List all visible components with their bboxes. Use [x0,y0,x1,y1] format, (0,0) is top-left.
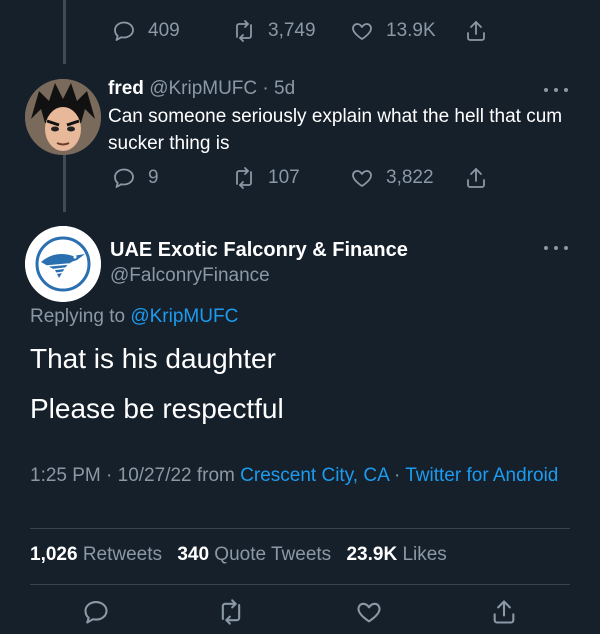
retweet-count: 3,749 [268,20,316,41]
retweet-icon [236,167,252,189]
like-button[interactable]: 3,822 [350,161,434,195]
tweet-timestamp[interactable]: 1:25 PM · 10/27/22 from [30,465,235,486]
main-tweet-line-2: Please be respectful [30,393,284,424]
retweets-count: 1,026 [30,544,78,565]
reply-tweet-actions: 9 107 3,822 [108,161,548,195]
replying-to: Replying to @KripMUFC [30,306,238,328]
like-button[interactable]: 13.9K [350,14,436,48]
share-icon [493,600,515,624]
reply-button[interactable]: 409 [112,14,180,48]
share-icon [467,168,485,188]
time-separator: · [262,78,269,99]
heart-icon [352,23,372,40]
like-count: 13.9K [386,20,436,41]
tweet-stats: 1,026 Retweets 340 Quote Tweets 23.9K Li… [30,544,447,566]
replying-prefix: Replying to [30,306,126,327]
main-tweet-line-1: That is his daughter [30,343,276,374]
replying-handle-link[interactable]: @KripMUFC [130,306,238,327]
retweet-count: 107 [268,167,300,188]
main-author[interactable]: UAE Exotic Falconry & Finance @FalconryF… [110,237,408,289]
thread-line-top [63,0,66,64]
share-button[interactable] [464,14,488,48]
likes-label: Likes [402,544,447,565]
meta-separator: · [393,465,401,486]
tweet-meta: 1:25 PM · 10/27/22 from Crescent City, C… [30,462,570,489]
reply-count: 9 [148,167,159,188]
retweet-button[interactable]: 107 [232,161,300,195]
avatar-falconry[interactable] [25,226,101,302]
likes-stat[interactable]: 23.9K Likes [346,544,446,565]
reply-author-name[interactable]: fred [108,78,144,99]
like-count: 3,822 [386,167,434,188]
heart-icon [357,602,381,623]
reply-icon [84,601,108,624]
share-button[interactable] [490,598,518,626]
reply-button[interactable]: 9 [112,161,159,195]
retweets-label: Retweets [82,544,163,565]
retweet-button[interactable]: 3,749 [232,14,316,48]
reply-count: 409 [148,20,180,41]
more-options-icon[interactable] [544,243,568,253]
reply-icon [114,168,134,188]
quotes-count: 340 [177,544,210,565]
reply-time[interactable]: 5d [274,78,295,99]
divider-top [30,528,570,529]
reply-icon [114,21,134,41]
share-button[interactable] [464,161,488,195]
divider-bottom [30,584,570,585]
main-author-handle[interactable]: @FalconryFinance [110,263,408,289]
retweets-stat[interactable]: 1,026 Retweets [30,544,162,565]
reply-tweet-text: Can someone seriously explain what the h… [108,106,563,154]
avatar-image [25,79,101,155]
location-link[interactable]: Crescent City, CA [240,465,389,486]
quotes-stat[interactable]: 340 Quote Tweets [177,544,331,565]
prev-tweet-actions: 409 3,749 13.9K [108,14,548,48]
reply-author-line: fred @KripMUFC · 5d [108,78,295,100]
reply-button[interactable] [82,598,110,626]
avatar-fred[interactable] [25,79,101,155]
heart-icon [352,170,372,187]
retweet-icon [236,20,252,42]
main-author-name[interactable]: UAE Exotic Falconry & Finance [110,237,408,263]
reply-author-handle[interactable]: @KripMUFC [149,78,257,99]
share-icon [467,21,485,41]
quotes-label: Quote Tweets [214,544,332,565]
source-link[interactable]: Twitter for Android [405,465,558,486]
retweet-button[interactable] [217,598,245,626]
like-button[interactable] [355,598,383,626]
likes-count: 23.9K [346,544,398,565]
retweet-icon [221,599,241,625]
more-options-icon[interactable] [544,85,568,95]
falcon-logo-icon [25,226,101,302]
